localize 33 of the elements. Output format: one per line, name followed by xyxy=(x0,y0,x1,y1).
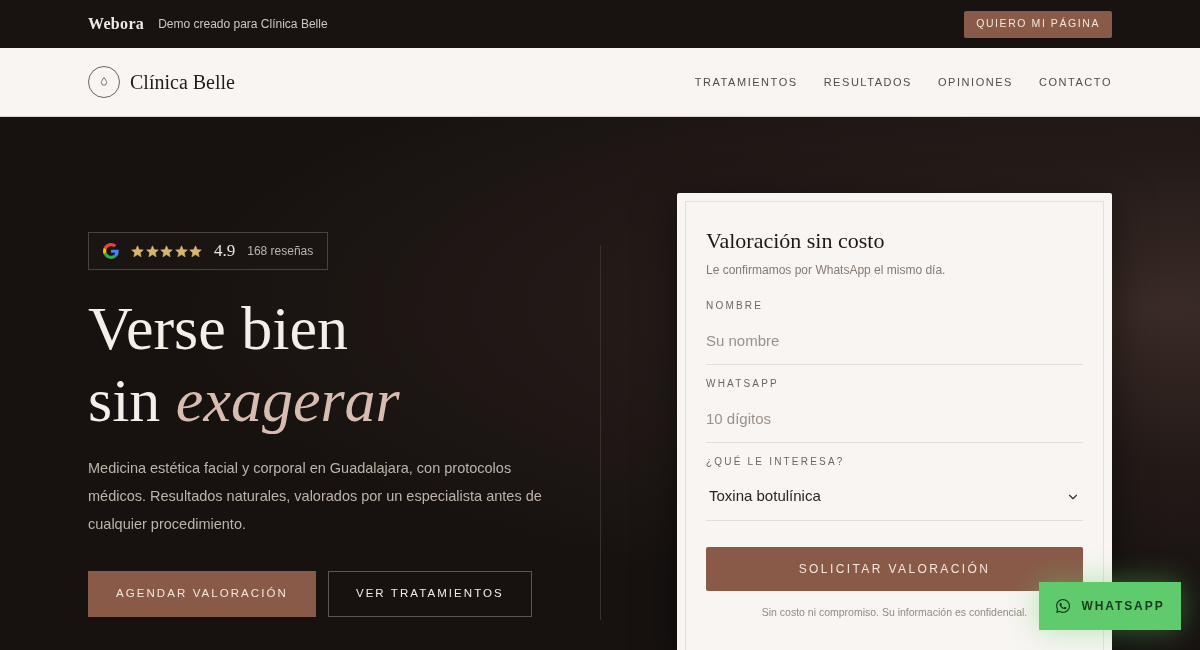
hero-button[interactable]: AGENDAR VALORACIÓN xyxy=(88,571,316,617)
field-label: NOMBRE xyxy=(706,299,765,313)
review-count: 168 reseñas xyxy=(247,243,314,260)
privacy-note: Sin costo ni compromiso. Su información es confidencial. xyxy=(761,605,1028,619)
brand-name: Webora xyxy=(88,14,145,34)
star-icon xyxy=(160,244,173,258)
nav-link[interactable]: TRATAMIENTOS xyxy=(694,73,798,91)
hero-description: Medicina estética facial y corporal en Guadalajara, con protocolos médicos. Resultados naturales, valorados por un especialista antes de cualquier procedimiento. xyxy=(88,459,543,534)
text-input[interactable]: 10 dígitos xyxy=(706,395,1083,443)
nav-link[interactable]: OPINIONES xyxy=(938,73,1013,91)
g-logo-icon xyxy=(103,243,119,259)
submit-button[interactable]: SOLICITAR VALORACIÓN xyxy=(706,547,1083,591)
star-icon xyxy=(145,244,159,258)
droplet-logo-icon xyxy=(88,66,120,98)
star-icon xyxy=(174,244,188,258)
text-input[interactable]: Su nombre xyxy=(706,317,1083,365)
get-page-button[interactable]: QUIERO MI PÁGINA xyxy=(964,10,1112,38)
field-label: ¿QUÉ LE INTERESA? xyxy=(706,455,846,469)
hero-heading: Verse bien sin exagerar xyxy=(88,293,400,436)
demo-tagline: Demo creado para Clínica Belle xyxy=(158,16,328,33)
nav-link[interactable]: RESULTADOS xyxy=(823,73,912,91)
form-subtitle: Le confirmamos por WhatsApp el mismo día. xyxy=(706,262,947,278)
field-label: WHATSAPP xyxy=(706,377,780,391)
hero-button[interactable]: VER TRATAMIENTOS xyxy=(327,571,532,617)
interest-select[interactable]: Toxina botulínica xyxy=(706,473,1083,521)
clinic-logo-text: Clínica Belle xyxy=(130,70,235,95)
star-icon xyxy=(189,244,202,258)
star-icon xyxy=(131,244,144,258)
whatsapp-button[interactable]: WHATSAPP xyxy=(1039,582,1181,630)
rating-score: 4.9 xyxy=(214,240,236,263)
chat-phone-icon xyxy=(1055,598,1072,614)
nav-link[interactable]: CONTACTO xyxy=(1038,73,1112,91)
form-title: Valoración sin costo xyxy=(706,227,886,255)
